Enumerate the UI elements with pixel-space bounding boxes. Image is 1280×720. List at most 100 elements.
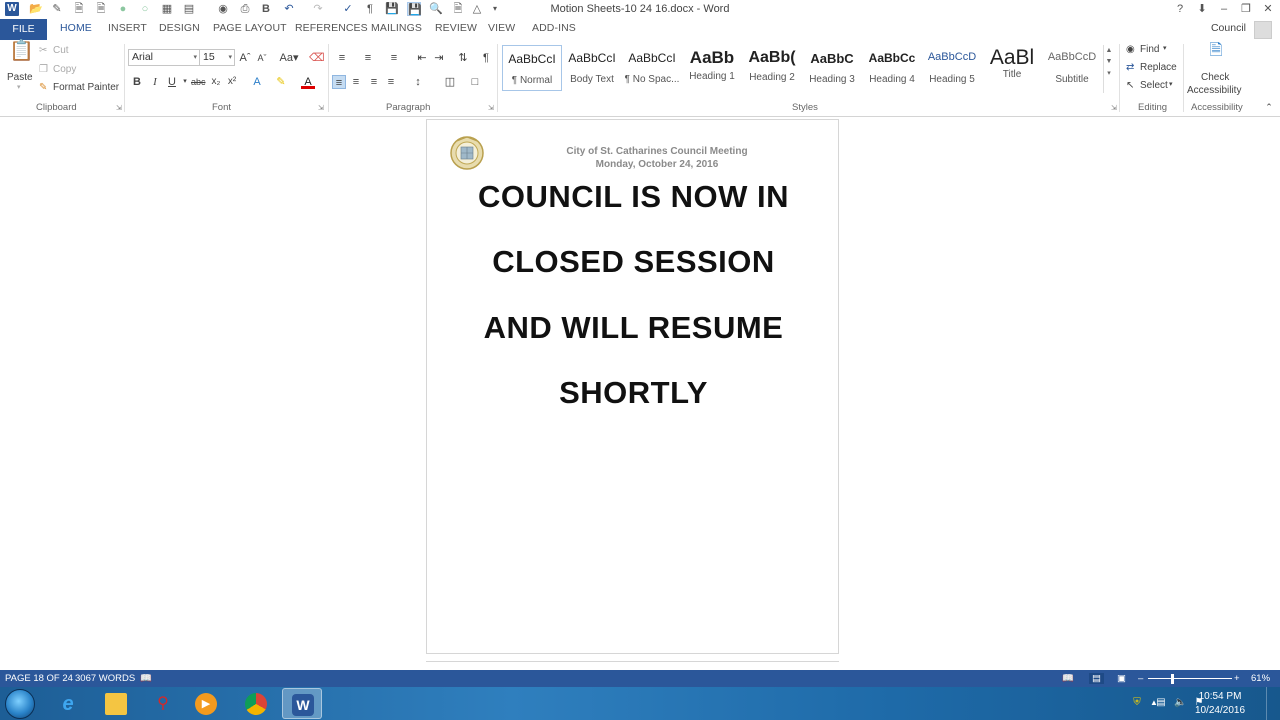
read-mode-icon[interactable]: 📖 [1062, 673, 1074, 684]
bullets-icon[interactable]: ≡ [332, 51, 352, 65]
line-spacing-icon[interactable]: ↕ [408, 75, 428, 89]
select-button[interactable]: Select [1140, 80, 1168, 91]
help-icon[interactable]: ? [1172, 2, 1188, 16]
justify-icon[interactable]: ≡ [384, 75, 398, 89]
style-heading-2[interactable]: AaBb( Heading 2 [742, 45, 802, 91]
ribbon-display-icon[interactable]: ⬇ [1194, 2, 1210, 16]
text-effects-icon[interactable]: A [250, 75, 264, 89]
tab-insert[interactable]: INSERT [108, 22, 147, 34]
italic-icon[interactable]: I [148, 75, 162, 89]
minimize-icon[interactable]: – [1216, 2, 1232, 16]
paste-dropdown-icon[interactable]: ▾ [17, 83, 21, 91]
taskbar-word[interactable]: W [282, 688, 322, 719]
scroll-up-icon[interactable]: ▲ [1104, 47, 1114, 54]
paste-icon[interactable]: 📋 [9, 41, 34, 70]
tab-references[interactable]: REFERENCES [295, 22, 368, 34]
scroll-down-icon[interactable]: ▼ [1104, 58, 1114, 65]
document-page[interactable]: City of St. Catharines Council Meeting M… [426, 119, 839, 654]
word-count[interactable]: 3067 WORDS [75, 673, 135, 684]
style-normal[interactable]: AaBbCcI ¶ Normal [502, 45, 562, 91]
shrink-font-icon[interactable]: Aˇ [255, 51, 269, 65]
clock-date[interactable]: 10/24/2016 [1191, 705, 1249, 716]
multilevel-list-icon[interactable]: ≡ [384, 51, 404, 65]
copy-button[interactable]: Copy [53, 64, 76, 75]
show-formatting-icon[interactable]: ¶ [479, 51, 493, 65]
style-title[interactable]: AaBl Title [982, 45, 1042, 91]
volume-icon[interactable]: 🔈 [1174, 697, 1186, 709]
styles-scroll[interactable]: ▲ ▼ ▾ [1103, 45, 1114, 93]
taskbar-internet-explorer[interactable]: e [48, 688, 88, 719]
page-count[interactable]: PAGE 18 OF 24 [5, 673, 73, 684]
close-icon[interactable]: ✕ [1260, 2, 1276, 16]
zoom-slider[interactable] [1148, 678, 1232, 679]
font-name-box[interactable]: Arial ▾ [128, 49, 200, 66]
tab-design[interactable]: DESIGN [159, 22, 200, 34]
user-avatar[interactable] [1254, 21, 1272, 39]
tab-add-ins[interactable]: ADD-INS [532, 22, 576, 34]
align-right-icon[interactable]: ≡ [367, 75, 381, 89]
tab-file[interactable]: FILE [0, 19, 47, 40]
find-dropdown-icon[interactable]: ▾ [1163, 44, 1167, 52]
bold-icon[interactable]: B [130, 75, 144, 89]
document-area[interactable]: City of St. Catharines Council Meeting M… [0, 117, 1280, 670]
numbering-icon[interactable]: ≡ [358, 51, 378, 65]
superscript-icon[interactable]: x² [225, 75, 239, 89]
find-button[interactable]: Find [1140, 44, 1159, 55]
align-left-icon[interactable]: ≡ [332, 75, 346, 89]
show-desktop-button[interactable] [1266, 687, 1280, 720]
style-no-spacing[interactable]: AaBbCcI ¶ No Spac... [622, 45, 682, 91]
grow-font-icon[interactable]: Aˆ [238, 51, 252, 65]
tab-page-layout[interactable]: PAGE LAYOUT [213, 22, 287, 34]
styles-launcher-icon[interactable]: ⇲ [1111, 104, 1117, 112]
increase-indent-icon[interactable]: ⇥ [432, 51, 446, 65]
clock-time[interactable]: 10:54 PM [1191, 691, 1249, 702]
proofing-icon[interactable]: 📖 [140, 673, 152, 684]
font-dropdown-icon[interactable]: ▾ [193, 50, 197, 65]
highlight-icon[interactable]: ✎ [274, 75, 288, 89]
check-accessibility-line2[interactable]: Accessibility [1187, 85, 1241, 96]
start-button[interactable] [5, 689, 35, 719]
zoom-slider-thumb[interactable] [1170, 674, 1174, 684]
align-center-icon[interactable]: ≡ [349, 75, 363, 89]
taskbar-recorder[interactable]: ⚲ [143, 688, 183, 719]
format-painter-button[interactable]: Format Painter [53, 82, 119, 93]
taskbar-media-player[interactable]: ▶ [186, 688, 226, 719]
zoom-out-icon[interactable]: – [1138, 673, 1143, 684]
font-size-dropdown-icon[interactable]: ▾ [228, 50, 232, 65]
taskbar-chrome[interactable] [236, 688, 276, 719]
style-heading-1[interactable]: AaBb Heading 1 [682, 45, 742, 91]
paste-button[interactable]: Paste [7, 72, 33, 83]
sort-icon[interactable]: ⇅ [456, 51, 470, 65]
network-icon[interactable]: ▤ [1155, 697, 1167, 709]
style-heading-4[interactable]: AaBbCc Heading 4 [862, 45, 922, 91]
change-case-icon[interactable]: Aa▾ [278, 51, 300, 65]
cut-button[interactable]: Cut [53, 45, 69, 56]
taskbar-file-explorer[interactable] [96, 688, 136, 719]
tab-review[interactable]: REVIEW [435, 22, 477, 34]
borders-icon[interactable]: □ [465, 75, 485, 89]
check-accessibility-icon[interactable]: 🗎 [1206, 43, 1226, 70]
clear-formatting-icon[interactable]: ⌫ [309, 51, 325, 65]
paragraph-launcher-icon[interactable]: ⇲ [488, 104, 494, 112]
style-heading-3[interactable]: AaBbC Heading 3 [802, 45, 862, 91]
decrease-indent-icon[interactable]: ⇤ [415, 51, 429, 65]
style-body-text[interactable]: AaBbCcI Body Text [562, 45, 622, 91]
font-size-box[interactable]: 15 ▾ [199, 49, 235, 66]
more-styles-icon[interactable]: ▾ [1104, 69, 1114, 77]
tab-home[interactable]: HOME [60, 22, 92, 34]
zoom-in-icon[interactable]: + [1234, 673, 1240, 684]
strikethrough-icon[interactable]: abc [191, 75, 206, 89]
web-layout-icon[interactable]: ▣ [1117, 673, 1126, 684]
underline-icon[interactable]: U [165, 75, 179, 89]
clipboard-launcher-icon[interactable]: ⇲ [116, 104, 122, 112]
style-subtitle[interactable]: AaBbCcD Subtitle [1042, 45, 1102, 91]
collapse-ribbon-icon[interactable]: ⌃ [1262, 100, 1276, 114]
font-launcher-icon[interactable]: ⇲ [318, 104, 324, 112]
style-heading-5[interactable]: AaBbCcD Heading 5 [922, 45, 982, 91]
check-accessibility-line1[interactable]: Check [1201, 72, 1229, 83]
user-account[interactable]: Council [1211, 22, 1246, 34]
replace-button[interactable]: Replace [1140, 62, 1177, 73]
security-shield-icon[interactable]: ⛨ [1131, 697, 1143, 709]
zoom-level[interactable]: 61% [1251, 673, 1270, 684]
shading-icon[interactable]: ◫ [440, 75, 460, 89]
